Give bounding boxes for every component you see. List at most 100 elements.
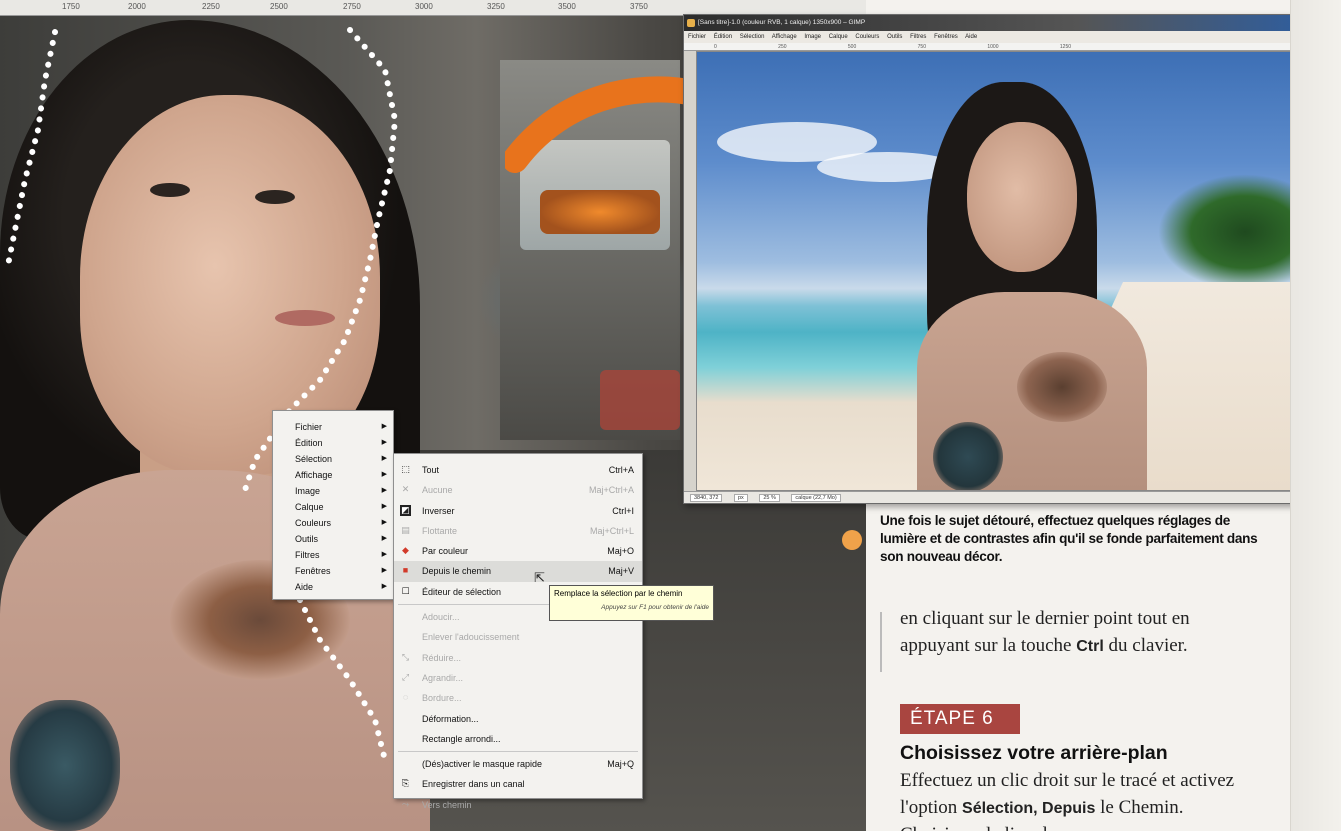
invert-icon: ◩ (400, 504, 411, 516)
ruler-tick: 3500 (558, 2, 576, 11)
submenu-item-flottante[interactable]: ▤ Flottante Maj+Ctrl+L (394, 521, 642, 541)
ruler-tick: 1250 (1059, 44, 1072, 50)
selection-submenu: ⬚ Tout Ctrl+A ✕ Aucune Maj+Ctrl+A ◩ Inverser C… (393, 453, 643, 810)
pointer-coords: 3840, 372 (690, 494, 723, 502)
beach-composite-image (696, 51, 1336, 491)
keyboard-key-label: Ctrl (1076, 637, 1104, 655)
menu-item-label: Édition (295, 438, 323, 448)
menu-item-label: Calque (295, 502, 324, 512)
menu-item-label: Image (295, 486, 321, 496)
composite-subject-face (967, 122, 1077, 272)
zoom-select[interactable]: 25 % (759, 494, 780, 502)
subject-right-eye (255, 190, 295, 204)
menu-item-label: Affichage (295, 470, 333, 480)
menu-item-outils[interactable]: Outils ▶ (273, 531, 393, 547)
window-ruler: 0 250 500 750 1000 1250 (684, 43, 1340, 51)
menu-item-couleurs[interactable]: Couleurs ▶ (273, 515, 393, 531)
shortcut-label: Ctrl+A (608, 465, 634, 475)
ruler-tick: 2000 (128, 2, 146, 11)
menu-item-aide[interactable]: Aide ▶ (273, 579, 393, 595)
from-path-icon: ■ (402, 565, 409, 576)
submenu-item-depuis-le-chemin[interactable]: ■ Depuis le chemin Maj+V (394, 561, 642, 582)
image-context-menu: Fichier ▶ Édition ▶ Sélection ▶ Affichage ▶ … (272, 410, 394, 600)
submenu-item-par-couleur[interactable]: ◆ Par couleur Maj+O (394, 541, 642, 561)
menu-item-label: Filtres (295, 550, 320, 560)
submenu-item-label: Depuis le chemin (422, 566, 492, 577)
menu-item-selection[interactable]: Sélection ▶ (273, 451, 393, 467)
submenu-item-inverser[interactable]: ◩ Inverser Ctrl+I (394, 501, 642, 521)
menu-item-label: Fenêtres (295, 566, 331, 576)
menu-separator (398, 751, 638, 753)
submenu-item-label: Enregistrer dans un canal (422, 779, 525, 790)
submenu-item-label: Flottante (422, 525, 458, 536)
selection-editor-icon: ☐ (401, 585, 410, 596)
step-title: Choisissez votre arrière-plan (900, 742, 1168, 764)
menu-item-label: Outils (295, 534, 319, 544)
composite-subject-tattoo (1017, 352, 1107, 422)
status-info: calque (22,7 Mo) (791, 494, 841, 502)
window-menubar: Fichier Édition Sélection Affichage Imag… (684, 31, 1340, 43)
submenu-item-masque-rapide[interactable]: (Dés)activer le masque rapide Maj+Q (394, 754, 642, 774)
submenu-item-enlever-adoucissement[interactable]: Enlever l'adoucissement (394, 627, 642, 647)
menubar-item[interactable]: Filtres (910, 34, 926, 40)
submenu-item-label: Bordure... (422, 693, 462, 704)
submenu-item-label: Enlever l'adoucissement (422, 632, 520, 643)
submenu-item-label: (Dés)activer le masque rapide (422, 759, 543, 770)
menubar-item[interactable]: Affichage (772, 34, 797, 40)
menubar-item[interactable]: Image (804, 34, 821, 40)
menu-item-calque[interactable]: Calque ▶ (273, 499, 393, 515)
menubar-item[interactable]: Outils (887, 34, 902, 40)
menu-item-filtres[interactable]: Filtres ▶ (273, 547, 393, 563)
body-text-part: du clavier. (1108, 634, 1188, 656)
menu-item-affichage[interactable]: Affichage ▶ (273, 467, 393, 483)
save-channel-icon: ⎘ (401, 778, 410, 789)
menubar-item[interactable]: Édition (714, 34, 732, 40)
submenu-item-label: Vers chemin (422, 799, 472, 810)
float-icon: ▤ (401, 524, 410, 535)
submenu-item-bordure[interactable]: ◌ Bordure... (394, 688, 642, 708)
menu-item-image[interactable]: Image ▶ (273, 483, 393, 499)
submenu-item-label: Déformation... (422, 713, 479, 724)
submenu-arrow-icon: ▶ (381, 567, 387, 574)
menubar-item[interactable]: Fichier (688, 34, 706, 40)
submenu-item-aucune[interactable]: ✕ Aucune Maj+Ctrl+A (394, 480, 642, 500)
step-badge: ÉTAPE 6 (900, 704, 1020, 734)
tooltip-text: Remplace la sélection par le chemin (554, 589, 683, 598)
background-bus-light (540, 190, 660, 234)
ruler-tick: 2500 (270, 2, 288, 11)
gimp-result-window: [Sans titre]-1.0 (couleur RVB, 1 calque)… (683, 14, 1341, 504)
submenu-item-enregistrer-canal[interactable]: ⎘ Enregistrer dans un canal (394, 774, 642, 794)
shortcut-label: Maj+Ctrl+A (588, 485, 634, 496)
to-path-icon: ⤳ (401, 798, 410, 809)
unit-select[interactable]: px (734, 494, 748, 502)
menubar-item[interactable]: Aide (965, 34, 977, 40)
menubar-item[interactable]: Couleurs (855, 34, 879, 40)
submenu-item-vers-chemin[interactable]: ⤳ Vers chemin (394, 795, 642, 815)
menubar-item[interactable]: Calque (829, 34, 848, 40)
menu-item-edition[interactable]: Édition ▶ (273, 435, 393, 451)
shortcut-label: Maj+V (608, 566, 634, 577)
border-icon: ◌ (402, 692, 409, 703)
submenu-arrow-icon: ▶ (381, 455, 387, 462)
submenu-arrow-icon: ▶ (381, 439, 387, 446)
ruler-tick: 3750 (630, 2, 648, 11)
submenu-item-agrandir[interactable]: ⤢ Agrandir... (394, 668, 642, 688)
submenu-item-label: Tout (422, 465, 440, 475)
submenu-item-deformation[interactable]: Déformation... (394, 709, 642, 729)
article-body: en cliquant sur le dernier point tout en… (900, 606, 1230, 660)
menu-item-fenetres[interactable]: Fenêtres ▶ (273, 563, 393, 579)
submenu-arrow-icon: ▶ (381, 503, 387, 510)
menubar-item[interactable]: Sélection (740, 34, 765, 40)
submenu-item-tout[interactable]: ⬚ Tout Ctrl+A (394, 460, 642, 480)
window-titlebar[interactable]: [Sans titre]-1.0 (couleur RVB, 1 calque)… (684, 15, 1340, 31)
submenu-item-label: Éditeur de sélection (422, 586, 502, 597)
submenu-item-reduire[interactable]: ⤡ Réduire... (394, 648, 642, 668)
menu-item-fichier[interactable]: Fichier ▶ (273, 419, 393, 435)
submenu-item-rectangle-arrondi[interactable]: Rectangle arrondi... (394, 729, 642, 749)
column-rule (880, 612, 882, 672)
composite-subject-arm (933, 422, 1003, 490)
menubar-item[interactable]: Fenêtres (934, 34, 958, 40)
submenu-arrow-icon: ▶ (381, 487, 387, 494)
ruler-tick: 0 (714, 44, 717, 50)
select-all-icon: ⬚ (401, 464, 410, 474)
